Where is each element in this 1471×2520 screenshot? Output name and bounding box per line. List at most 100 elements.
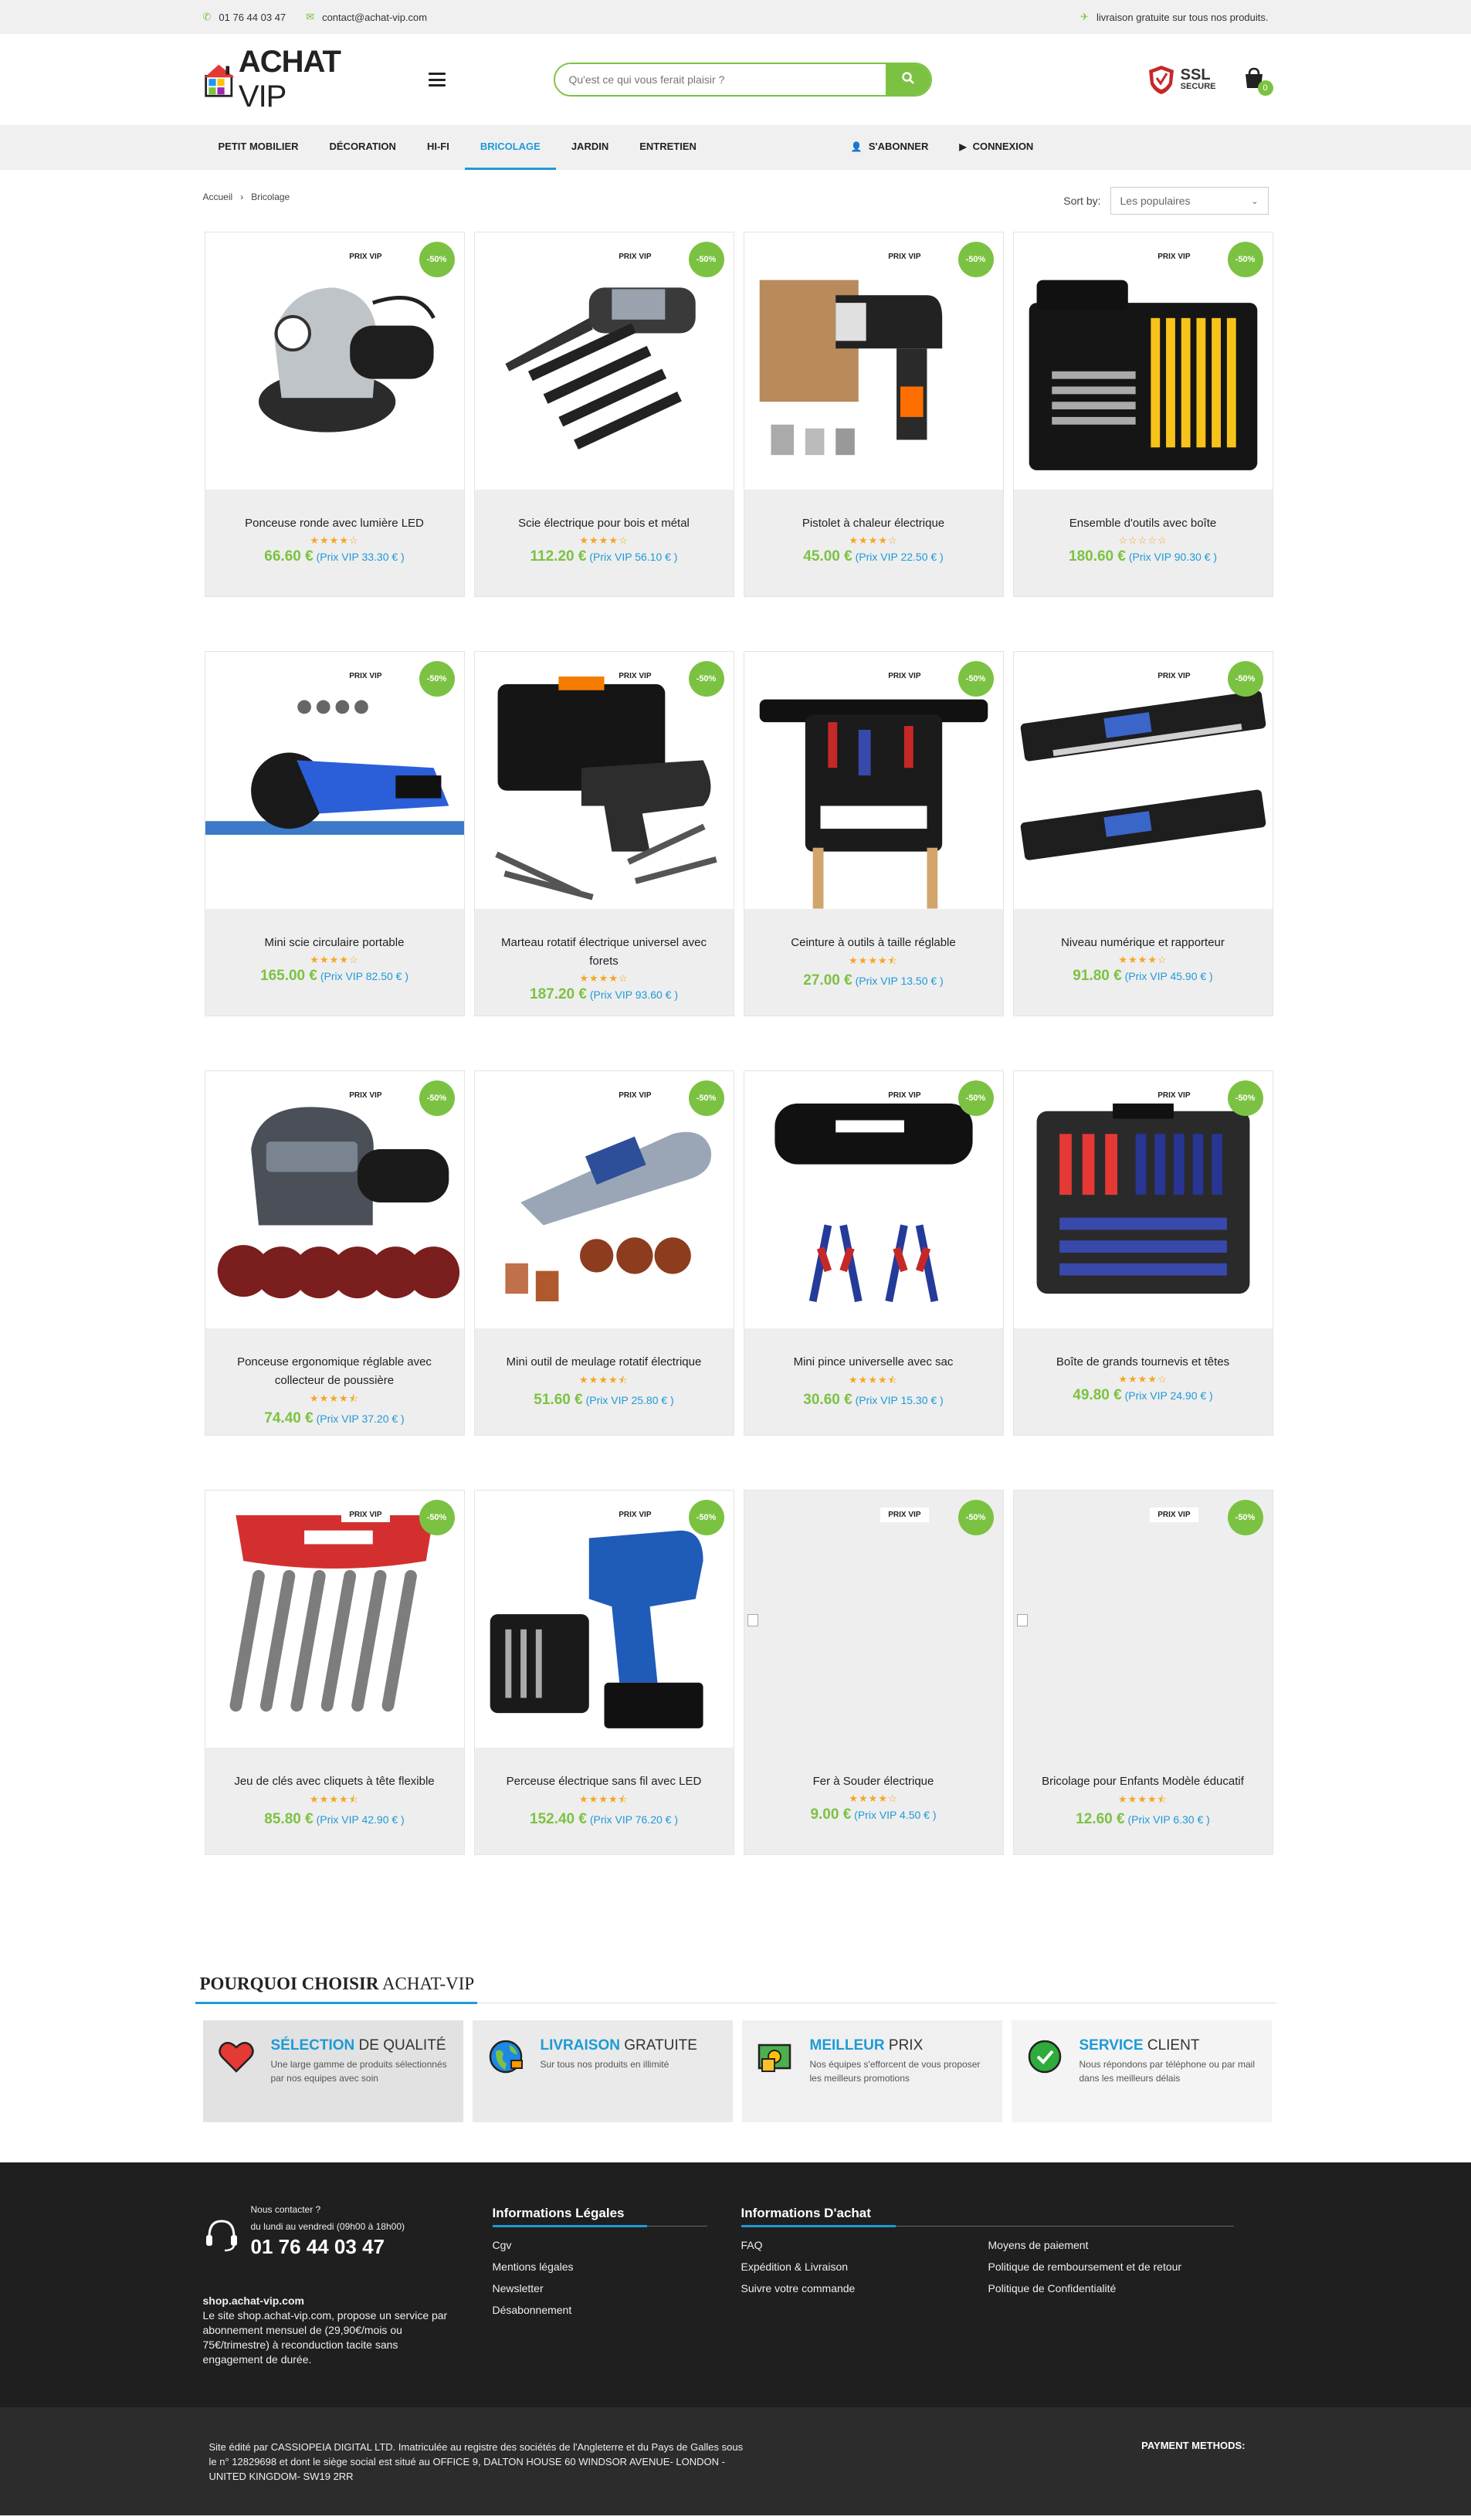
prix-vip-badge: PRIX VIP bbox=[341, 1088, 390, 1103]
footer-link-remboursement[interactable]: Politique de remboursement et de retour bbox=[988, 2256, 1182, 2277]
nav-petit-mobilier[interactable]: PETIT MOBILIER bbox=[203, 125, 314, 170]
discount-badge: -50% bbox=[688, 1500, 724, 1535]
discount-badge: -50% bbox=[419, 242, 455, 277]
search-input[interactable] bbox=[554, 64, 886, 95]
rating-stars: ★★★★⯪ bbox=[1118, 1793, 1168, 1805]
product-image[interactable]: PRIX VIP -50% bbox=[1013, 652, 1273, 909]
product-image[interactable]: PRIX VIP -50% bbox=[205, 232, 464, 490]
product-image[interactable]: PRIX VIP -50% bbox=[744, 232, 1003, 490]
product-image[interactable]: PRIX VIP -50% bbox=[1013, 1491, 1273, 1748]
product-card[interactable]: PRIX VIP -50% Ensemble d'outils avec boîte… bbox=[1012, 232, 1273, 597]
footer-link-suivi[interactable]: Suivre votre commande bbox=[741, 2277, 988, 2299]
product-name[interactable]: Niveau numérique et rapporteur bbox=[1026, 934, 1260, 952]
footer-link-paiement[interactable]: Moyens de paiement bbox=[988, 2234, 1182, 2256]
product-price: 187.20 € (Prix VIP 93.60 € ) bbox=[487, 986, 721, 1003]
product-image[interactable]: PRIX VIP -50% bbox=[474, 1491, 734, 1748]
prix-vip-badge: PRIX VIP bbox=[880, 669, 929, 683]
product-card[interactable]: PRIX VIP -50% Perceuse électrique sans fil… bbox=[473, 1490, 734, 1855]
product-card[interactable]: PRIX VIP -50% Ponceuse ronde avec lumière … bbox=[204, 232, 465, 597]
topbar-phone[interactable]: ✆ 01 76 44 03 47 bbox=[203, 11, 286, 23]
product-image[interactable]: PRIX VIP -50% bbox=[474, 652, 734, 909]
product-image[interactable]: PRIX VIP -50% bbox=[205, 652, 464, 909]
product-image[interactable]: PRIX VIP -50% bbox=[744, 1491, 1003, 1748]
product-name[interactable]: Pistolet à chaleur électrique bbox=[757, 514, 991, 533]
product-name[interactable]: Bricolage pour Enfants Modèle éducatif bbox=[1026, 1772, 1260, 1791]
product-name[interactable]: Ceinture à outils à taille réglable bbox=[757, 934, 991, 952]
nav-login[interactable]: ▶ CONNEXION bbox=[944, 125, 1049, 170]
footer-link-faq[interactable]: FAQ bbox=[741, 2234, 988, 2256]
product-name[interactable]: Mini pince universelle avec sac bbox=[757, 1353, 991, 1372]
product-card[interactable]: PRIX VIP -50% Mini pince universelle avec … bbox=[743, 1070, 1004, 1436]
product-card[interactable]: PRIX VIP -50% Boîte de grands tournevis et… bbox=[1012, 1070, 1273, 1436]
product-name[interactable]: Mini outil de meulage rotatif électrique bbox=[487, 1353, 721, 1372]
prix-vip-badge: PRIX VIP bbox=[880, 1508, 929, 1522]
why-box-livraison: LIVRAISON GRATUITE Sur tous nos produits… bbox=[472, 2020, 733, 2122]
product-image[interactable]: PRIX VIP -50% bbox=[744, 652, 1003, 909]
price-vip: 82.50 € ) bbox=[365, 970, 408, 982]
footer-link-mentions[interactable]: Mentions légales bbox=[493, 2256, 707, 2277]
cart-button[interactable]: 0 bbox=[1242, 66, 1273, 96]
logo[interactable]: ACHAT VIP bbox=[203, 45, 384, 114]
product-price: 91.80 € (Prix VIP 45.90 € ) bbox=[1026, 968, 1260, 985]
product-name[interactable]: Ponceuse ronde avec lumière LED bbox=[218, 514, 452, 533]
discount-badge: -50% bbox=[958, 242, 994, 277]
product-card[interactable]: PRIX VIP -50% Ponceuse ergonomique réglabl… bbox=[204, 1070, 465, 1436]
product-name[interactable]: Scie électrique pour bois et métal bbox=[487, 514, 721, 533]
product-name[interactable]: Ensemble d'outils avec boîte bbox=[1026, 514, 1260, 533]
product-card[interactable]: PRIX VIP -50% Fer à Souder électrique ★★★★☆… bbox=[743, 1490, 1004, 1855]
breadcrumb-home[interactable]: Accueil bbox=[203, 192, 233, 202]
product-name[interactable]: Ponceuse ergonomique réglable avec colle… bbox=[218, 1353, 452, 1390]
nav-bricolage[interactable]: BRICOLAGE bbox=[464, 125, 556, 170]
product-image[interactable]: PRIX VIP -50% bbox=[1013, 1071, 1273, 1328]
nav-subscribe[interactable]: 👤 S'ABONNER bbox=[835, 125, 944, 170]
price-main: 85.80 € bbox=[264, 1811, 314, 1827]
product-card[interactable]: PRIX VIP -50% Niveau numérique et rapporte… bbox=[1012, 651, 1273, 1016]
product-image[interactable]: PRIX VIP -50% bbox=[205, 1491, 464, 1748]
footer-link-confidentialite[interactable]: Politique de Confidentialité bbox=[988, 2277, 1182, 2299]
nav-hi-fi[interactable]: HI-FI bbox=[412, 125, 465, 170]
search-button[interactable] bbox=[885, 64, 930, 95]
product-name[interactable]: Fer à Souder électrique bbox=[757, 1772, 991, 1791]
product-name[interactable]: Marteau rotatif électrique universel ave… bbox=[487, 934, 721, 971]
product-card[interactable]: PRIX VIP -50% Mini outil de meulage rotati… bbox=[473, 1070, 734, 1436]
price-vip: 45.90 € ) bbox=[1170, 970, 1213, 982]
product-image[interactable]: PRIX VIP -50% bbox=[474, 232, 734, 490]
product-card[interactable]: PRIX VIP -50% Jeu de clés avec cliquets à … bbox=[204, 1490, 465, 1855]
product-name[interactable]: Jeu de clés avec cliquets à tête flexibl… bbox=[218, 1772, 452, 1791]
product-image[interactable]: PRIX VIP -50% bbox=[474, 1071, 734, 1328]
price-vip: 56.10 € ) bbox=[635, 551, 678, 563]
price-vip: 25.80 € ) bbox=[631, 1394, 674, 1406]
price-main: 12.60 € bbox=[1076, 1811, 1125, 1827]
price-vip: 15.30 € ) bbox=[900, 1394, 944, 1406]
menu-icon[interactable] bbox=[428, 73, 446, 86]
product-card[interactable]: PRIX VIP -50% Scie électrique pour bois et… bbox=[473, 232, 734, 597]
price-vip-label: (Prix VIP bbox=[855, 551, 898, 563]
prix-vip-badge: PRIX VIP bbox=[611, 249, 659, 264]
discount-badge: -50% bbox=[688, 1080, 724, 1116]
product-name[interactable]: Perceuse électrique sans fil avec LED bbox=[487, 1772, 721, 1791]
footer-link-expedition[interactable]: Expédition & Livraison bbox=[741, 2256, 988, 2277]
nav-entretien[interactable]: ENTRETIEN bbox=[624, 125, 712, 170]
topbar-email[interactable]: ✉ contact@achat-vip.com bbox=[306, 11, 427, 23]
footer-link-cgv[interactable]: Cgv bbox=[493, 2234, 707, 2256]
prix-vip-badge: PRIX VIP bbox=[880, 1088, 929, 1103]
product-card[interactable]: PRIX VIP -50% Bricolage pour Enfants Modèl… bbox=[1012, 1490, 1273, 1855]
footer-link-newsletter[interactable]: Newsletter bbox=[493, 2277, 707, 2299]
product-image[interactable]: PRIX VIP -50% bbox=[744, 1071, 1003, 1328]
product-card[interactable]: PRIX VIP -50% Marteau rotatif électrique u… bbox=[473, 651, 734, 1016]
sort-select[interactable]: Les populaires ⌄ bbox=[1110, 187, 1269, 215]
footer-link-desabonnement[interactable]: Désabonnement bbox=[493, 2299, 707, 2321]
product-card[interactable]: PRIX VIP -50% Pistolet à chaleur électriqu… bbox=[743, 232, 1004, 597]
footer-phone[interactable]: 01 76 44 03 47 bbox=[251, 2235, 405, 2259]
nav-jardin[interactable]: JARDIN bbox=[556, 125, 624, 170]
product-price: 85.80 € (Prix VIP 42.90 € ) bbox=[218, 1811, 452, 1828]
product-card[interactable]: PRIX VIP -50% Mini scie circulaire portabl… bbox=[204, 651, 465, 1016]
product-image[interactable]: PRIX VIP -50% bbox=[1013, 232, 1273, 490]
product-name[interactable]: Mini scie circulaire portable bbox=[218, 934, 452, 952]
price-vip: 6.30 € ) bbox=[1173, 1813, 1210, 1826]
user-icon: 👤 bbox=[850, 141, 863, 152]
nav-decoration[interactable]: DÉCORATION bbox=[314, 125, 412, 170]
product-image[interactable]: PRIX VIP -50% bbox=[205, 1071, 464, 1328]
product-name[interactable]: Boîte de grands tournevis et têtes bbox=[1026, 1353, 1260, 1372]
product-card[interactable]: PRIX VIP -50% Ceinture à outils à taille r… bbox=[743, 651, 1004, 1016]
